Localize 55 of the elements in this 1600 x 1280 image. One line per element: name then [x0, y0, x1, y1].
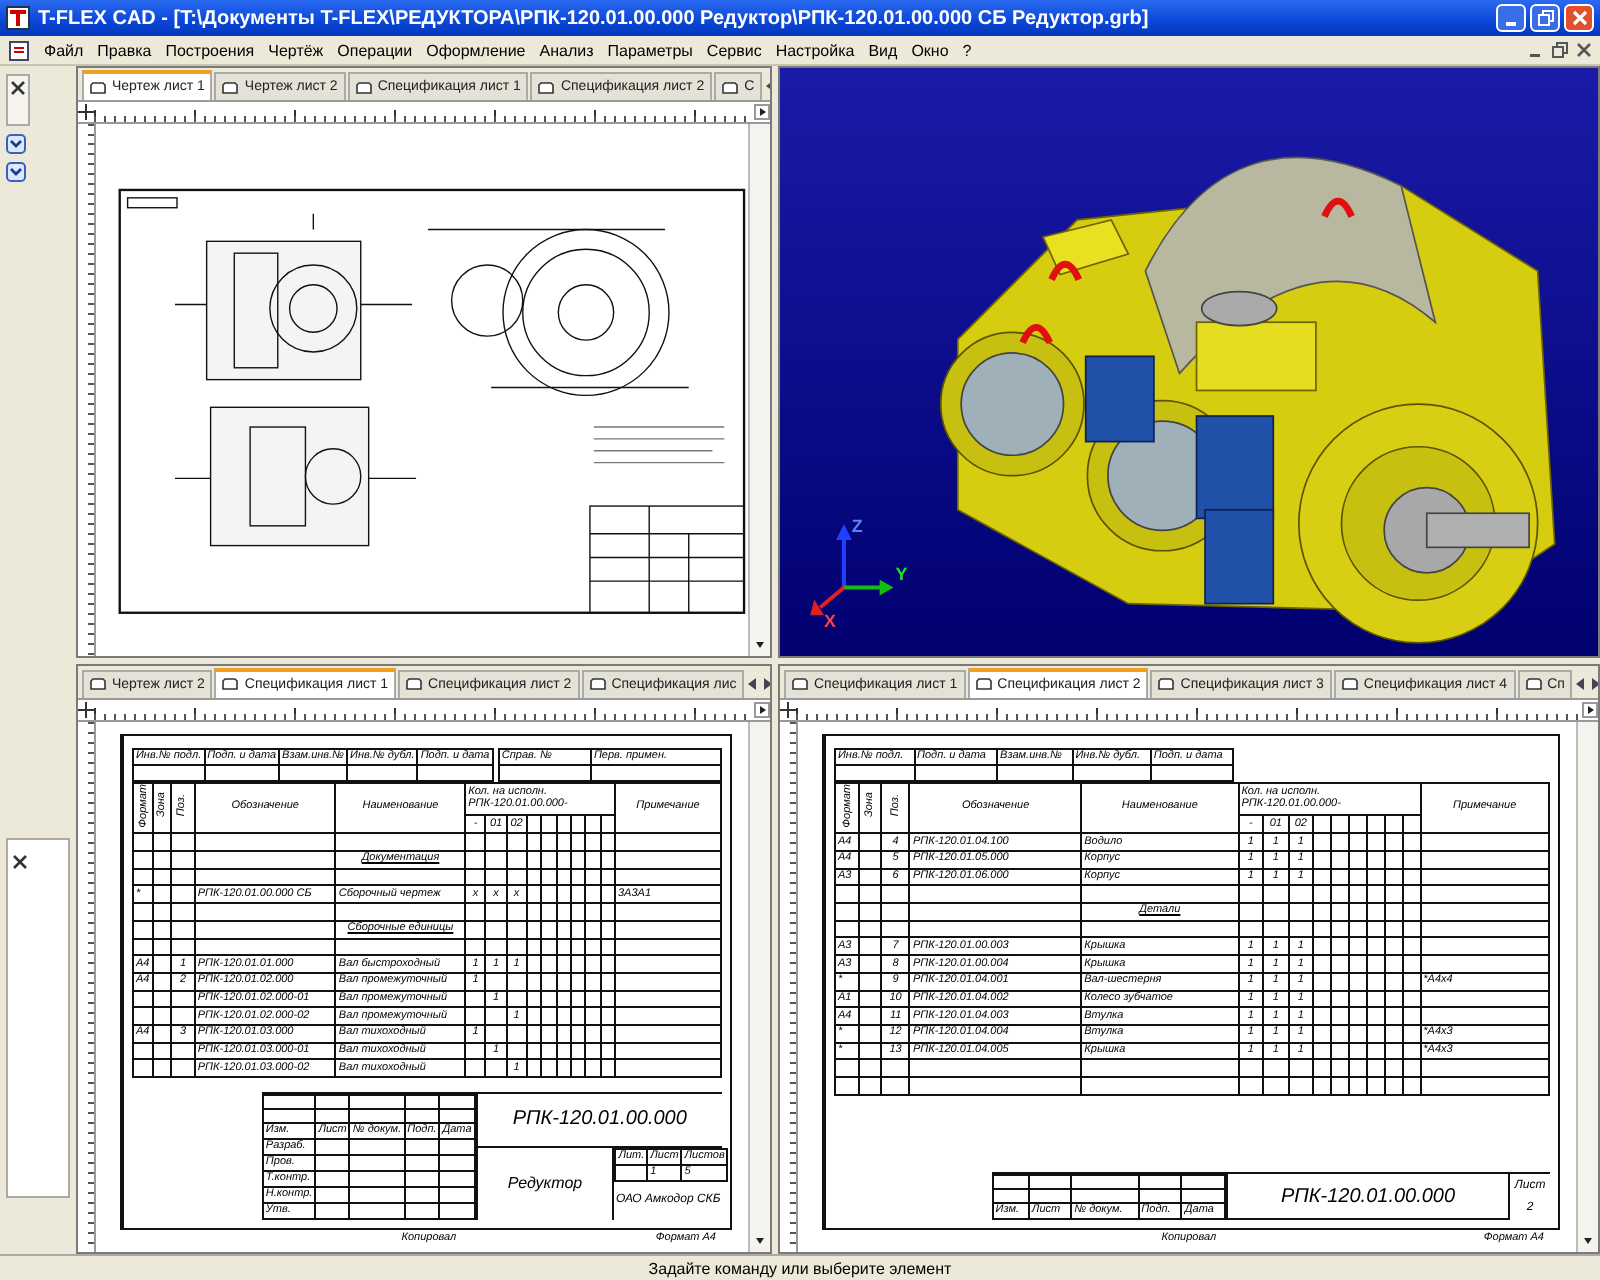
page-icon	[222, 678, 239, 690]
menu-item[interactable]: Файл	[44, 41, 84, 59]
window-title: T-FLEX CAD - [T:\Документы T-FLEX\РЕДУКТОРА\РПК-120.01.00.000 Редуктор\РПК-120.01.00.000 СБ Редуктор.grb]	[38, 7, 1149, 29]
page-icon	[1158, 678, 1175, 690]
page-icon	[722, 81, 739, 93]
tab-scroll-arrows-icon[interactable]	[1574, 675, 1598, 691]
minimize-button[interactable]	[1496, 4, 1526, 32]
menu-item[interactable]: Оформление	[426, 41, 526, 59]
close-button[interactable]	[1564, 4, 1594, 32]
scroll-right-icon[interactable]	[754, 104, 770, 120]
chevron-down-icon[interactable]	[6, 162, 26, 182]
close-icon[interactable]	[1576, 42, 1592, 58]
close-icon	[1571, 10, 1587, 26]
move-icon[interactable]	[78, 701, 94, 717]
close-icon[interactable]	[12, 854, 28, 870]
3d-viewport[interactable]: Z Y X	[778, 66, 1600, 657]
axis-label: Y	[895, 563, 908, 584]
page-icon	[406, 678, 423, 690]
page-icon	[1525, 678, 1542, 690]
menu-item[interactable]: Вид	[868, 41, 898, 59]
page-icon	[90, 678, 106, 690]
page-icon	[90, 81, 106, 93]
page-icon	[975, 678, 992, 690]
menu-item[interactable]: Настройка	[775, 41, 855, 59]
document-icon[interactable]	[8, 39, 30, 61]
menu-item[interactable]: Сервис	[706, 41, 762, 59]
page-icon	[1341, 678, 1358, 690]
page-icon	[355, 81, 372, 93]
menu-item[interactable]: Операции	[337, 41, 413, 59]
menu-item[interactable]: Чертёж	[268, 41, 324, 59]
menu-item[interactable]: Анализ	[539, 41, 594, 59]
page-icon	[589, 678, 606, 690]
chevron-down-icon[interactable]	[6, 134, 26, 154]
menu-item[interactable]: Параметры	[607, 41, 693, 59]
scroll-right-icon[interactable]	[1582, 701, 1598, 717]
document-name: Редуктор	[477, 1147, 615, 1220]
axis-label: Z	[851, 516, 863, 537]
page-icon	[222, 81, 239, 93]
tab-scroll-arrows-icon[interactable]	[746, 675, 770, 691]
page-icon	[538, 81, 555, 93]
move-icon[interactable]	[78, 104, 94, 120]
scroll-right-icon[interactable]	[754, 701, 770, 717]
menu-item[interactable]: ?	[962, 41, 972, 59]
menu-item[interactable]: Построения	[165, 41, 255, 59]
move-icon[interactable]	[780, 701, 796, 717]
document-code: РПК-120.01.00.000	[477, 1094, 722, 1148]
restore-button[interactable]	[1530, 4, 1560, 32]
app-logo-icon	[6, 6, 30, 30]
menu-item[interactable]: Окно	[911, 41, 949, 59]
document-code: РПК-120.01.00.000	[1228, 1174, 1508, 1220]
close-icon[interactable]	[10, 80, 26, 96]
axis-label: X	[824, 611, 836, 632]
page-icon	[792, 678, 808, 690]
menu-item[interactable]: Правка	[97, 41, 152, 59]
status-text: Задайте команду или выберите элемент	[648, 1259, 952, 1277]
